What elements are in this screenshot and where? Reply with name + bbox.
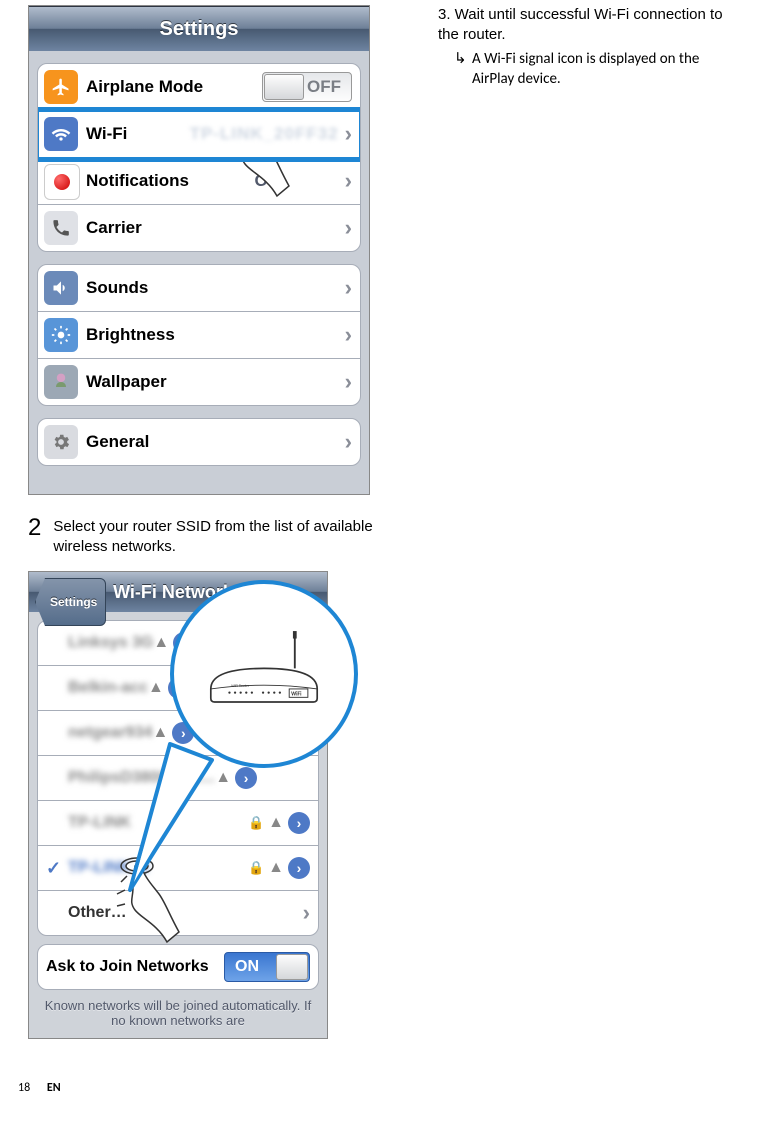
- row-carrier[interactable]: Carrier ›: [38, 205, 360, 251]
- row-brightness-label: Brightness: [86, 325, 175, 345]
- row-sounds[interactable]: Sounds ›: [38, 265, 360, 312]
- row-notifications-value: Off: [255, 171, 280, 191]
- svg-text:WiFi: WiFi: [291, 690, 302, 697]
- step-2-number: 2: [28, 517, 41, 539]
- router-callout: WiFi Router WiFi: [170, 580, 358, 768]
- row-brightness[interactable]: Brightness ›: [38, 312, 360, 359]
- airplane-icon: [44, 70, 78, 104]
- step-3: 3. Wait until successful Wi-Fi connectio…: [438, 5, 732, 45]
- row-carrier-label: Carrier: [86, 218, 142, 238]
- chevron-icon: ›: [345, 215, 352, 241]
- row-notifications[interactable]: Notifications Off ›: [38, 158, 360, 205]
- row-general-label: General: [86, 432, 149, 452]
- chevron-icon: ›: [345, 369, 352, 395]
- settings-screenshot: Settings Airplane Mode OFF Wi-Fi TP-LINK…: [28, 5, 370, 495]
- router-icon: WiFi Router WiFi: [194, 624, 334, 724]
- chevron-icon: ›: [345, 429, 352, 455]
- footer: 18 EN: [18, 1081, 61, 1095]
- notifications-icon: [44, 164, 80, 200]
- row-airplane[interactable]: Airplane Mode OFF: [38, 64, 360, 111]
- chevron-icon: ›: [345, 121, 352, 147]
- row-general[interactable]: General ›: [38, 419, 360, 465]
- row-wifi[interactable]: Wi-Fi TP-LINK_20FF32 ›: [38, 111, 360, 158]
- svg-text:WiFi Router: WiFi Router: [231, 684, 249, 689]
- row-wallpaper[interactable]: Wallpaper ›: [38, 359, 360, 405]
- ask-toggle[interactable]: ON: [224, 952, 310, 982]
- arrow-icon: ↳: [454, 49, 467, 69]
- ask-to-join-row[interactable]: Ask to Join Networks ON: [37, 944, 319, 990]
- known-networks-text: Known networks will be joined automatica…: [43, 998, 313, 1028]
- step-2: 2 Select your router SSID from the list …: [28, 517, 388, 557]
- step-3-text: 3. Wait until successful Wi-Fi connectio…: [438, 6, 723, 43]
- row-airplane-label: Airplane Mode: [86, 77, 203, 97]
- wallpaper-icon: [44, 365, 78, 399]
- step-3-sub: ↳ A Wi-Fi signal icon is displayed on th…: [472, 49, 732, 89]
- chevron-icon: ›: [345, 168, 352, 194]
- back-button[interactable]: Settings: [35, 578, 106, 626]
- row-sounds-label: Sounds: [86, 278, 148, 298]
- general-icon: [44, 425, 78, 459]
- row-wifi-value: TP-LINK_20FF32: [190, 124, 339, 144]
- chevron-icon: ›: [345, 322, 352, 348]
- airplane-toggle[interactable]: OFF: [262, 72, 352, 102]
- brightness-icon: [44, 318, 78, 352]
- row-wallpaper-label: Wallpaper: [86, 372, 167, 392]
- row-wifi-label: Wi-Fi: [86, 124, 127, 144]
- chevron-icon: ›: [345, 275, 352, 301]
- page-number: 18: [18, 1081, 30, 1095]
- step-3-sub-text: A Wi-Fi signal icon is displayed on the …: [472, 50, 699, 88]
- step-2-text: Select your router SSID from the list of…: [53, 518, 372, 555]
- wifi-icon: [44, 117, 78, 151]
- settings-title: Settings: [29, 6, 369, 51]
- ask-label: Ask to Join Networks: [46, 958, 209, 976]
- carrier-icon: [44, 211, 78, 245]
- sounds-icon: [44, 271, 78, 305]
- row-notifications-label: Notifications: [86, 171, 189, 191]
- page-lang: EN: [47, 1081, 61, 1095]
